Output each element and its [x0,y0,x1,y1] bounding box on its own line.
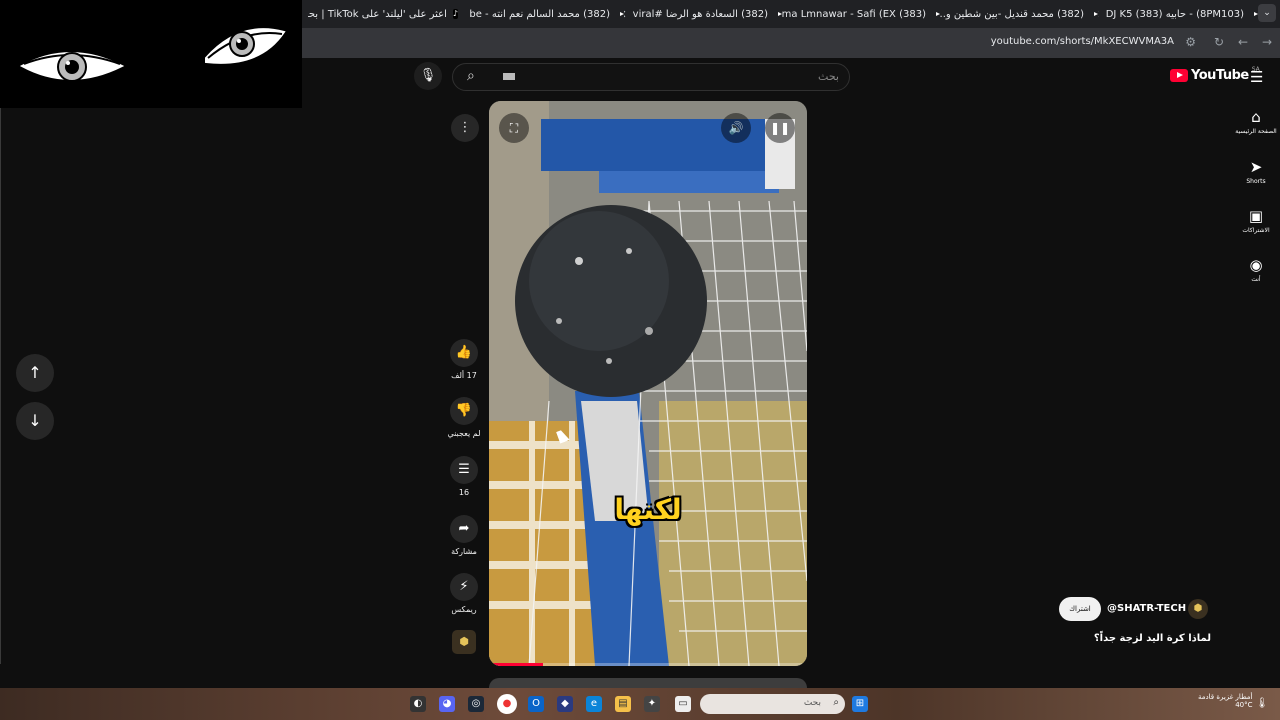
close-tab-icon[interactable]: ✕ [624,8,627,21]
search-icon[interactable]: ⌕ [467,68,475,84]
sidebar-item-shorts[interactable]: ➤ Shorts [1232,158,1280,185]
comment-icon: ☰ [450,456,478,484]
hamburger-menu-icon[interactable]: ☰ [1250,68,1263,86]
windows-start-icon[interactable]: ⊞ [852,696,868,712]
discord-icon[interactable]: ◕ [439,696,455,712]
address-bar: youtube.com/shorts/MkXECWVMA3A ⚙ ↻ ← → [302,28,1280,58]
voice-search-button[interactable]: 🎙 [414,62,442,90]
video-frame [489,101,807,666]
browser-tab-strip: (8PM103) - حابيه DJ K5 (383) ✕ (382) محم… [302,0,1280,28]
mic-icon: 🎙 [419,68,437,83]
sidebar-item-you[interactable]: ◉ أنت [1232,256,1280,283]
handball-ball [515,205,707,397]
window-app-icon[interactable]: ▭ [675,696,691,712]
more-vertical-icon: ⋮ [458,120,472,135]
subscriptions-icon: ▣ [1248,207,1264,225]
taskbar-search[interactable]: بحث ⌕ [700,694,845,714]
chrome-icon[interactable]: ● [497,694,517,714]
photos-icon[interactable]: ✦ [644,696,660,712]
shorts-icon: ➤ [1249,158,1263,176]
search-box[interactable]: ⌕ بحث [452,63,850,91]
eyes-overlay-window [0,0,302,108]
steam-icon[interactable]: ◎ [468,696,484,712]
weather-widget[interactable]: أمطار غزيرة قادمة 40°C [1198,693,1253,709]
browser-tab[interactable]: (382) السعادة هو الرضا #viral ✕ [624,2,782,26]
forward-icon[interactable]: → [1262,35,1272,49]
account-icon: ◉ [1249,256,1263,274]
remix-icon: ⚡ [450,573,478,601]
dislike-label: لم يعجبني [447,429,481,438]
arrow-up-icon: ↑ [28,363,42,382]
app-icon[interactable]: ◐ [410,696,426,712]
channel-name[interactable]: @SHATR-TECH [1107,603,1186,614]
sidebar-item-subscriptions[interactable]: ▣ الاشتراكات [1232,207,1280,234]
progress-bar[interactable] [489,663,807,666]
outlook-icon[interactable]: O [528,696,544,712]
thumbs-down-icon: 👎 [450,397,478,425]
sound-button[interactable]: ⬢ [440,630,488,654]
browser-tab[interactable]: (383) Asma Lmnawar - Safi (EX ✕ [782,2,940,26]
volume-icon: 🔊 [728,121,744,135]
eyes-graphic [19,28,286,82]
like-count: 17 ألف [451,371,477,380]
keyboard-icon[interactable] [503,73,515,80]
windows-taskbar [0,688,1280,720]
next-short-button[interactable]: ↓ [16,402,54,440]
close-tab-icon[interactable]: ✕ [1098,8,1100,21]
fullscreen-icon: ⛶ [509,121,519,135]
short-title[interactable]: لماذا كرة اليد لزجة جداً؟ [1060,633,1211,644]
shorts-player[interactable]: ⛶ 🔊 ❚❚ لكنها [489,101,807,666]
home-icon: ⌂ [1251,108,1261,126]
edge-icon[interactable]: e [586,696,602,712]
share-label: مشاركة [451,547,477,556]
reload-icon[interactable]: ↻ [1214,35,1224,49]
youtube-logo-icon [1170,69,1188,82]
url-text[interactable]: youtube.com/shorts/MkXECWVMA3A [991,36,1174,47]
visual-studio-icon[interactable]: ◆ [557,696,573,712]
sidebar-item-home[interactable]: ⌂ الصفحة الرئيسية [1232,108,1280,135]
channel-avatar[interactable]: ⬢ [1188,599,1208,619]
weather-alert-icon: 🌡 [1255,698,1269,709]
search-placeholder: بحث [818,70,839,83]
tiktok-favicon-icon: ♪ [452,9,458,19]
share-icon: ➦ [450,515,478,543]
browser-tab[interactable]: (382) محمد قنديل -بين شطين و... ✕ [940,2,1098,26]
tab-search-chevron-icon[interactable]: ⌄ [1258,4,1276,22]
back-icon[interactable]: ← [1238,35,1248,49]
share-button[interactable]: ➦ مشاركة [440,515,488,556]
comments-button[interactable]: ☰ 16 [440,456,488,497]
comments-count: 16 [458,488,470,497]
pause-button[interactable]: ❚❚ [765,113,795,143]
pause-icon: ❚❚ [769,121,791,135]
left-eye-icon [19,52,125,82]
search-icon: ⌕ [833,697,839,708]
site-settings-icon[interactable]: ⚙ [1185,35,1196,49]
remix-label: ريمكس [451,605,477,614]
arrow-down-icon: ↓ [28,411,42,430]
thumbs-up-icon: 👍 [450,339,478,367]
channel-badge-icon: ⬢ [452,630,476,654]
progress-fill [489,663,544,666]
left-divider [0,108,1,664]
previous-short-button[interactable]: ↑ [16,354,54,392]
youtube-logo[interactable]: YouTube SA [1170,66,1260,83]
like-button[interactable]: 👍 17 ألف [440,339,488,380]
subscribe-button[interactable]: اشتراك [1059,597,1101,621]
remix-button[interactable]: ⚡ ريمكس [440,573,488,614]
mute-button[interactable]: 🔊 [721,113,751,143]
fullscreen-button[interactable]: ⛶ [499,113,529,143]
more-options-button[interactable]: ⋮ [451,114,479,142]
next-short-preview[interactable] [489,678,807,688]
right-eye-icon [205,28,286,64]
browser-tab[interactable]: ♪ اعثر على 'ليلند' على TikTok | بحث ✕ [308,2,466,26]
file-explorer-icon[interactable]: ▤ [615,696,631,712]
browser-tab[interactable]: (8PM103) - حابيه DJ K5 (383) ✕ [1098,2,1258,26]
video-caption: لكنها [614,493,682,526]
dislike-button[interactable]: 👎 لم يعجبني [440,397,488,438]
browser-tab[interactable]: (382) محمد السالم نعم انته - be ✕ [466,2,624,26]
